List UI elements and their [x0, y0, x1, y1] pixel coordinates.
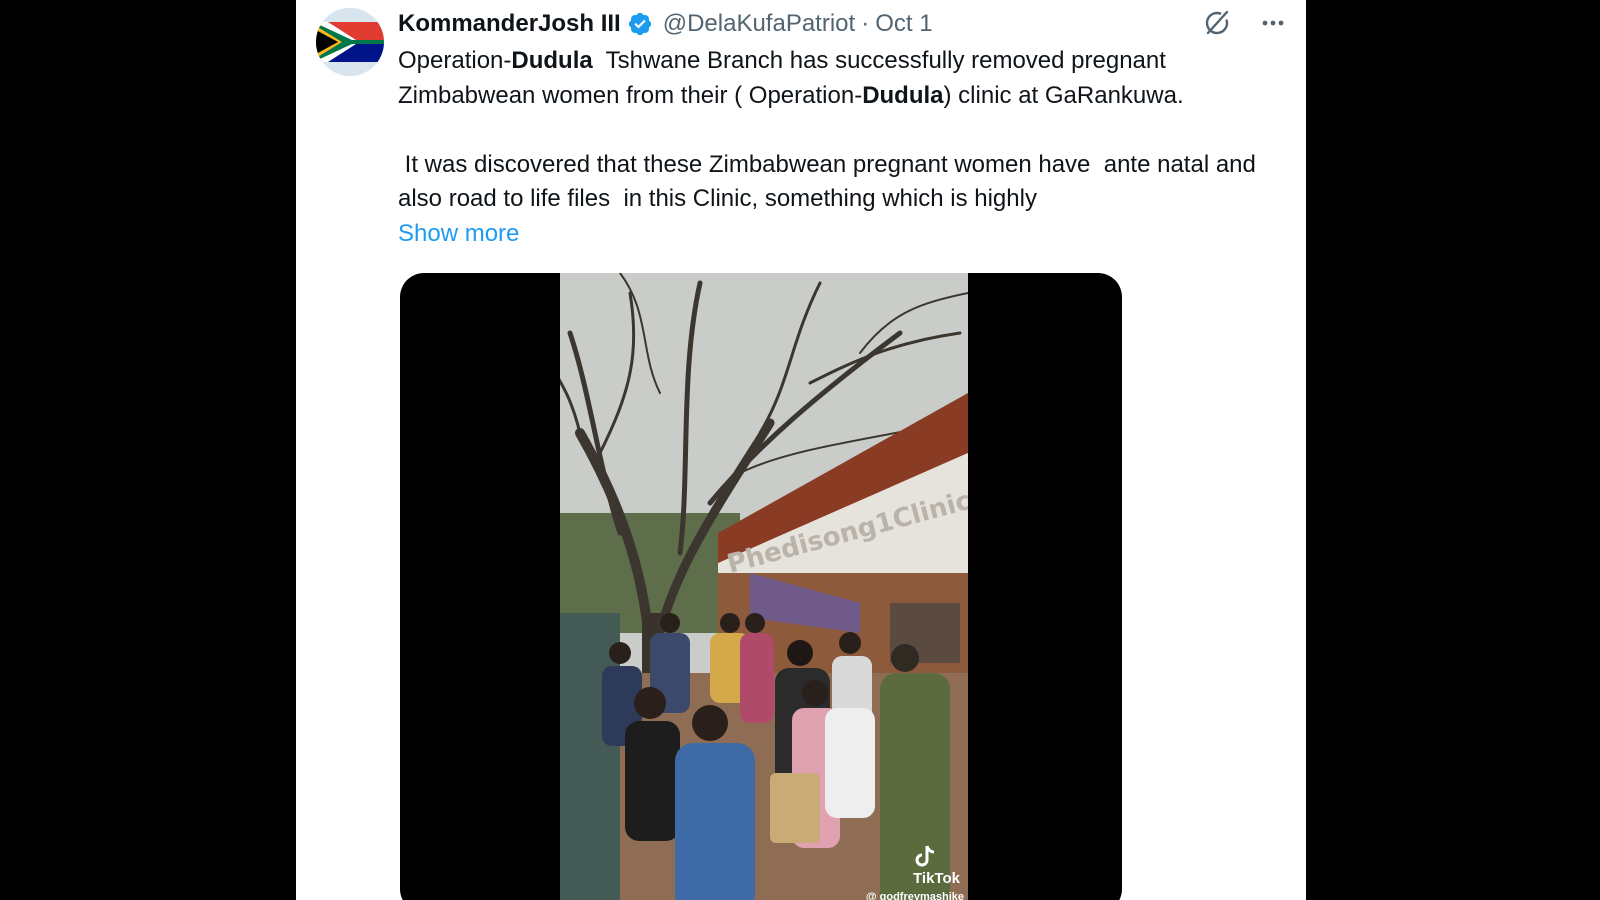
- tiktok-username: @ godfreymashike: [865, 891, 964, 900]
- tweet-text: Operation-Dudula Tshwane Branch has succ…: [398, 44, 1278, 251]
- more-options-icon: [1262, 20, 1284, 26]
- video-frame[interactable]: Phedisong1Clinic TikTok @ godfreymashike: [560, 273, 968, 900]
- screen: KommanderJosh III @DelaKufaPatriot · Oct…: [0, 0, 1600, 900]
- grok-button[interactable]: [1200, 6, 1234, 40]
- tweet-paragraph-1: Operation-Dudula Tshwane Branch has succ…: [398, 44, 1278, 113]
- more-options-button[interactable]: [1256, 6, 1290, 40]
- tiktok-brand-text: TikTok: [913, 870, 960, 887]
- tweet-date[interactable]: Oct 1: [875, 10, 932, 38]
- author-handle[interactable]: @DelaKufaPatriot: [663, 10, 855, 38]
- header-separator: ·: [861, 10, 870, 37]
- tiktok-icon: [915, 845, 935, 867]
- verified-badge-icon: [628, 12, 651, 36]
- tweet-card[interactable]: KommanderJosh III @DelaKufaPatriot · Oct…: [296, 0, 1306, 900]
- author-display-name[interactable]: KommanderJosh III: [398, 10, 621, 38]
- tweet-paragraph-2: It was discovered that these Zimbabwean …: [398, 150, 1263, 213]
- text-run: ) clinic at GaRankuwa.: [943, 81, 1184, 109]
- grok-icon: [1205, 10, 1229, 35]
- tweet-header: KommanderJosh III @DelaKufaPatriot · Oct…: [398, 8, 933, 40]
- author-avatar[interactable]: [316, 8, 384, 76]
- show-more-link[interactable]: Show more: [398, 217, 519, 252]
- text-run: Operation-: [398, 47, 512, 74]
- text-run-bold: Dudula: [862, 81, 944, 109]
- video-thumbnail: Phedisong1Clinic: [560, 273, 968, 900]
- south-africa-flag-icon: [316, 8, 384, 76]
- tiktok-watermark: TikTok: [913, 844, 960, 887]
- tweet-video[interactable]: Phedisong1Clinic TikTok @ godfreymashike: [400, 273, 1122, 900]
- header-actions: [1200, 6, 1290, 40]
- text-run-bold: Dudula: [511, 47, 593, 74]
